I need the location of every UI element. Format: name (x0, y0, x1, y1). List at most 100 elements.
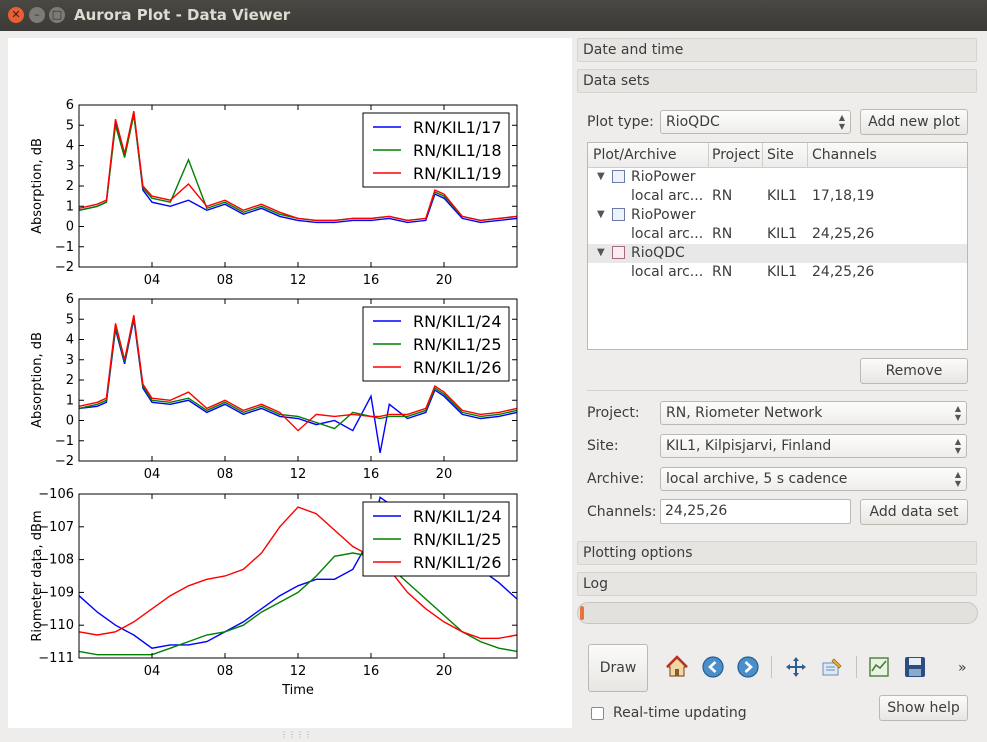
chart0-legend-label: RN/KIL1/18 (413, 141, 502, 160)
tree-row-archive[interactable]: local arc... RN KIL1 17,18,19 (588, 187, 967, 206)
plot-icon (612, 170, 625, 183)
channels-input[interactable]: 24,25,26 (660, 499, 851, 524)
chart0-ytick-label: 5 (66, 118, 74, 133)
chart0-xtick-label: 12 (290, 273, 307, 288)
site-label: Site: (587, 438, 619, 454)
section-date-and-time[interactable]: Date and time (577, 38, 977, 62)
chart2-legend-label: RN/KIL1/24 (413, 507, 502, 526)
tree-plot-name: RioPower (631, 169, 696, 185)
tree-header: Plot/Archive Project Site Channels (588, 143, 967, 168)
archive-value: local archive, 5 s cadence (666, 471, 848, 487)
chart0-ytick-label: −1 (55, 240, 74, 255)
chart1-xtick-label: 20 (436, 467, 453, 482)
chart0-ytick-label: 4 (66, 139, 74, 154)
tree-row-plot[interactable]: ▼ RioPower (588, 206, 967, 225)
tree-project: RN (712, 188, 733, 204)
tree-header-channels[interactable]: Channels (812, 147, 877, 163)
expand-triangle-icon[interactable]: ▼ (597, 247, 605, 258)
site-select[interactable]: KIL1, Kilpisjarvi, Finland ▲ ▼ (660, 434, 967, 458)
draw-button[interactable]: Draw (588, 644, 648, 692)
chart0-ytick-label: 0 (66, 220, 74, 235)
header-divider (762, 143, 763, 167)
tree-channels: 24,25,26 (812, 226, 875, 242)
chart2-xlabel: Time (281, 683, 314, 698)
chart2-legend-label: RN/KIL1/25 (413, 530, 502, 549)
divider (587, 390, 968, 391)
chart1-legend-label: RN/KIL1/25 (413, 335, 502, 354)
realtime-label[interactable]: Real-time updating (613, 705, 747, 721)
chart1-ytick-label: 0 (66, 414, 74, 429)
chart1-ytick-label: 1 (66, 393, 74, 408)
save-icon[interactable] (903, 655, 927, 679)
tree-header-site[interactable]: Site (767, 147, 794, 163)
chart2-legend-label: RN/KIL1/26 (413, 553, 502, 572)
realtime-checkbox[interactable] (591, 707, 604, 720)
add-data-set-button[interactable]: Add data set (860, 499, 968, 525)
chart0-ytick-label: 6 (66, 98, 74, 113)
chart2-xtick-label: 04 (144, 664, 161, 679)
show-help-button[interactable]: Show help (879, 695, 968, 721)
splitter-handle[interactable]: ⋮⋮⋮⋮ (280, 730, 312, 739)
chart1-xtick-label: 16 (363, 467, 380, 482)
zoom-icon[interactable] (820, 655, 844, 679)
progress-bar (577, 602, 978, 624)
plot-archive-tree[interactable]: Plot/Archive Project Site Channels ▼ Rio… (587, 142, 968, 350)
chart0-xtick-label: 20 (436, 273, 453, 288)
chart1-ytick-label: 3 (66, 353, 74, 368)
minimize-window-button[interactable]: – (29, 7, 45, 23)
project-select[interactable]: RN, Riometer Network ▲ ▼ (660, 401, 967, 425)
project-label: Project: (587, 405, 640, 421)
close-window-button[interactable]: ✕ (8, 7, 24, 23)
expand-triangle-icon[interactable]: ▼ (597, 171, 605, 182)
toolbar-overflow-button[interactable]: » (958, 660, 967, 676)
chart2-ytick-label: −106 (38, 487, 74, 502)
home-icon[interactable] (665, 655, 689, 679)
chart0-ytick-label: 3 (66, 159, 74, 174)
plot-icon (612, 246, 625, 259)
forward-icon[interactable] (736, 655, 760, 679)
plot-canvas[interactable]: −2 −1 0 1 2 3 4 5 6 04 08 12 16 20 Absorption, dB RN/KI… (8, 38, 572, 728)
add-new-plot-button[interactable]: Add new plot (860, 109, 968, 135)
section-log[interactable]: Log (577, 572, 977, 596)
chart1-ytick-label: −1 (55, 434, 74, 449)
tree-site: KIL1 (767, 226, 798, 242)
back-icon[interactable] (701, 655, 725, 679)
chart0-legend-label: RN/KIL1/19 (413, 164, 502, 183)
maximize-window-button[interactable]: □ (49, 7, 65, 23)
chart2-xtick-label: 16 (363, 664, 380, 679)
combo-arrows-icon: ▲ ▼ (838, 113, 845, 131)
combo-arrows-icon: ▲ ▼ (954, 470, 961, 488)
toolbar-separator (771, 656, 772, 678)
tree-archive: local arc... (631, 226, 704, 242)
tree-header-plot-archive[interactable]: Plot/Archive (593, 147, 677, 163)
subplots-icon[interactable] (867, 655, 891, 679)
chart2-xtick-label: 12 (290, 664, 307, 679)
archive-select[interactable]: local archive, 5 s cadence ▲ ▼ (660, 467, 967, 491)
chart1-xtick-label: 08 (217, 467, 234, 482)
tree-plot-name: RioPower (631, 207, 696, 223)
plots-svg: −2−1012345604 08 12 16 20Absorption, dBRN/KI… (30, 98, 518, 698)
expand-triangle-icon[interactable]: ▼ (597, 209, 605, 220)
chart1-ytick-label: 6 (66, 292, 74, 307)
combo-arrows-icon: ▲ ▼ (954, 437, 961, 455)
pan-icon[interactable] (784, 655, 808, 679)
progress-fill (580, 606, 584, 620)
project-value: RN, Riometer Network (666, 405, 823, 421)
tree-row-archive[interactable]: local arc... RN KIL1 24,25,26 (588, 225, 967, 244)
tree-row-archive[interactable]: local arc... RN KIL1 24,25,26 (588, 263, 967, 282)
chart0-xtick-label: 16 (363, 273, 380, 288)
chart2-ytick-label: −111 (38, 651, 74, 666)
remove-button[interactable]: Remove (860, 358, 968, 384)
chart1-ytick-label: −2 (55, 454, 74, 469)
toolbar-separator (856, 656, 857, 678)
chart1-ytick-label: 4 (66, 333, 74, 348)
plot-type-select[interactable]: RioQDC ▲ ▼ (660, 110, 851, 134)
section-plotting-options[interactable]: Plotting options (577, 541, 977, 565)
section-data-sets[interactable]: Data sets (577, 69, 977, 93)
chart1-xtick-label: 04 (144, 467, 161, 482)
tree-row-plot[interactable]: ▼ RioPower (588, 168, 967, 187)
tree-row-plot-selected[interactable]: ▼ RioQDC (588, 244, 967, 263)
tree-channels: 17,18,19 (812, 188, 875, 204)
chart0-ytick-label: −2 (55, 260, 74, 275)
tree-header-project[interactable]: Project (712, 147, 760, 163)
